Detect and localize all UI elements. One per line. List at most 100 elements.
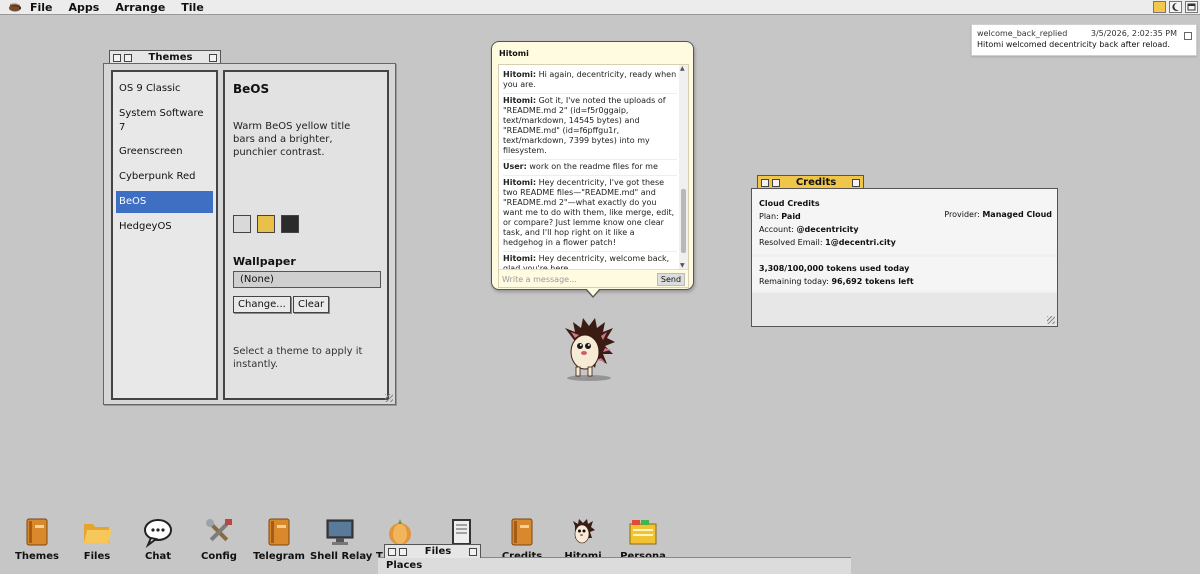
chat-sender: Hitomi: bbox=[503, 178, 537, 187]
zoom-box-icon[interactable] bbox=[209, 53, 217, 62]
book-icon bbox=[26, 518, 48, 546]
chat-scrollbar[interactable]: ▲ ▼ bbox=[679, 65, 688, 269]
menu-file[interactable]: File bbox=[30, 1, 53, 14]
book-icon bbox=[511, 518, 533, 546]
chat-message: Hitomi: Hey decentricity, I've got these… bbox=[503, 176, 677, 252]
credits-window-title: Credits bbox=[795, 177, 837, 188]
chat-input-row: Write a message... Send bbox=[499, 269, 688, 287]
window-icon[interactable] bbox=[1185, 1, 1198, 13]
collapse-box-icon[interactable] bbox=[124, 53, 132, 62]
theme-item-hedgeyos[interactable]: HedgeyOS bbox=[113, 216, 216, 241]
dock-item-persona[interactable]: Persona bbox=[613, 512, 673, 562]
theme-item-os9-classic[interactable]: OS 9 Classic bbox=[113, 78, 216, 103]
dock-item-telegram[interactable]: Telegram bbox=[249, 512, 309, 562]
moon-icon[interactable] bbox=[1169, 1, 1182, 13]
chat-sender: Hitomi: bbox=[503, 70, 537, 79]
credits-account-section: Cloud Credits Plan: Paid Account: @decen… bbox=[752, 189, 1057, 254]
dock-item-credits[interactable]: Credits bbox=[492, 512, 552, 562]
close-box-icon[interactable] bbox=[388, 547, 396, 556]
theme-item-beos[interactable]: BeOS bbox=[116, 191, 213, 213]
change-wallpaper-button[interactable]: Change... bbox=[233, 296, 291, 313]
chat-message: User: work on the readme files for me bbox=[503, 160, 677, 176]
remaining-value: 96,692 tokens left bbox=[831, 277, 914, 286]
notification-toast[interactable]: welcome_back_replied 3/5/2026, 2:02:35 P… bbox=[971, 24, 1197, 56]
speech-bubble-icon bbox=[144, 519, 172, 548]
zoom-box-icon[interactable] bbox=[852, 178, 860, 187]
dock-item-config[interactable]: Config bbox=[189, 512, 249, 562]
theme-list: OS 9 Classic System Software 7 Greenscre… bbox=[111, 70, 218, 400]
swatch-light bbox=[233, 215, 251, 233]
dock-item-files[interactable]: Files bbox=[67, 512, 127, 562]
dock-item-chat[interactable]: Chat bbox=[128, 512, 188, 562]
clear-wallpaper-button[interactable]: Clear bbox=[293, 296, 330, 313]
theme-item-cyberpunk-red[interactable]: Cyberpunk Red bbox=[113, 166, 216, 191]
themes-window: OS 9 Classic System Software 7 Greenscre… bbox=[103, 63, 396, 405]
menu-tile[interactable]: Tile bbox=[181, 1, 204, 14]
credits-usage-section: 3,308/100,000 tokens used today Remainin… bbox=[752, 257, 1057, 291]
resize-grip-icon[interactable] bbox=[1047, 316, 1055, 324]
files-window: Places bbox=[378, 557, 851, 574]
scroll-up-icon[interactable]: ▲ bbox=[680, 65, 685, 72]
close-icon[interactable] bbox=[1184, 32, 1192, 40]
chat-text: Hey decentricity, I've got these two REA… bbox=[503, 178, 675, 247]
send-button[interactable]: Send bbox=[657, 273, 685, 286]
credits-window: Cloud Credits Plan: Paid Account: @decen… bbox=[751, 188, 1058, 327]
dock-label: Chat bbox=[145, 551, 171, 562]
themes-window-title: Themes bbox=[148, 52, 193, 63]
dock-label: Files bbox=[83, 551, 111, 562]
chat-text: work on the readme files for me bbox=[529, 162, 658, 171]
credits-title-bar[interactable]: Credits bbox=[757, 175, 864, 189]
zoom-box-icon[interactable] bbox=[469, 547, 477, 556]
chat-message-input[interactable]: Write a message... bbox=[502, 273, 657, 286]
dock-item-shell-relay[interactable]: Shell Relay bbox=[310, 512, 372, 562]
menu-apps[interactable]: Apps bbox=[69, 1, 100, 14]
provider-info: Provider: Managed Cloud bbox=[944, 210, 1052, 219]
dock-label: Telegram bbox=[253, 551, 305, 562]
chat-sender: Hitomi: bbox=[503, 254, 537, 263]
hedgehog-icon[interactable] bbox=[0, 0, 30, 15]
tools-icon bbox=[206, 519, 232, 542]
usage-text: 3,308/100,000 tokens used today bbox=[759, 264, 910, 273]
chat-message: Hitomi: Hi again, decentricity, ready wh… bbox=[503, 68, 677, 94]
resize-grip-icon[interactable] bbox=[385, 394, 393, 402]
menu-bar: File Apps Arrange Tile bbox=[0, 0, 1200, 15]
remaining-label: Remaining today: bbox=[759, 277, 829, 286]
collapse-box-icon[interactable] bbox=[772, 178, 780, 187]
files-title-bar[interactable]: Files bbox=[384, 544, 481, 558]
theme-item-greenscreen[interactable]: Greenscreen bbox=[113, 141, 216, 166]
scroll-down-icon[interactable]: ▼ bbox=[680, 262, 685, 269]
folder-open-icon bbox=[84, 524, 112, 543]
themes-title-bar[interactable]: Themes bbox=[109, 50, 221, 64]
wallpaper-field: (None) bbox=[233, 271, 381, 288]
notification-event: welcome_back_replied bbox=[977, 29, 1068, 38]
collapse-box-icon[interactable] bbox=[399, 547, 407, 556]
menu-tray bbox=[1153, 1, 1198, 13]
notification-timestamp: 3/5/2026, 2:02:35 PM bbox=[1090, 29, 1177, 38]
notification-message: Hitomi welcomed decentricity back after … bbox=[977, 40, 1170, 49]
hedgehog-icon bbox=[573, 519, 595, 544]
provider-value: Managed Cloud bbox=[982, 210, 1052, 219]
dock-label: Config bbox=[201, 551, 237, 562]
hitomi-hedgehog-mascot[interactable] bbox=[561, 316, 617, 382]
account-label: Account: bbox=[759, 225, 794, 234]
chat-bubble: Hitomi Hitomi: Hi again, decentricity, r… bbox=[491, 41, 694, 298]
chat-message: Hitomi: Got it, I've noted the uploads o… bbox=[503, 94, 677, 160]
theme-item-system-software-7[interactable]: System Software 7 bbox=[113, 103, 216, 141]
close-box-icon[interactable] bbox=[113, 53, 121, 62]
credits-footer bbox=[752, 293, 1057, 326]
menu-arrange[interactable]: Arrange bbox=[115, 1, 165, 14]
email-label: Resolved Email: bbox=[759, 238, 823, 247]
wallpaper-label: Wallpaper bbox=[233, 255, 296, 268]
places-heading: Places bbox=[386, 560, 423, 571]
theme-description: Warm BeOS yellow title bars and a bright… bbox=[233, 121, 351, 158]
scroll-thumb[interactable] bbox=[681, 189, 686, 253]
dock-item-hitomi[interactable]: Hitomi bbox=[553, 512, 613, 562]
theme-name: BeOS bbox=[233, 82, 270, 96]
dock-item-themes[interactable]: Themes bbox=[7, 512, 67, 562]
plan-value: Paid bbox=[781, 212, 801, 221]
account-value: @decentricity bbox=[796, 225, 859, 234]
chat-sender: User: bbox=[503, 162, 527, 171]
folder-icon[interactable] bbox=[1153, 1, 1166, 13]
close-box-icon[interactable] bbox=[761, 178, 769, 187]
chat-log[interactable]: Hitomi: Hi again, decentricity, ready wh… bbox=[498, 64, 689, 288]
